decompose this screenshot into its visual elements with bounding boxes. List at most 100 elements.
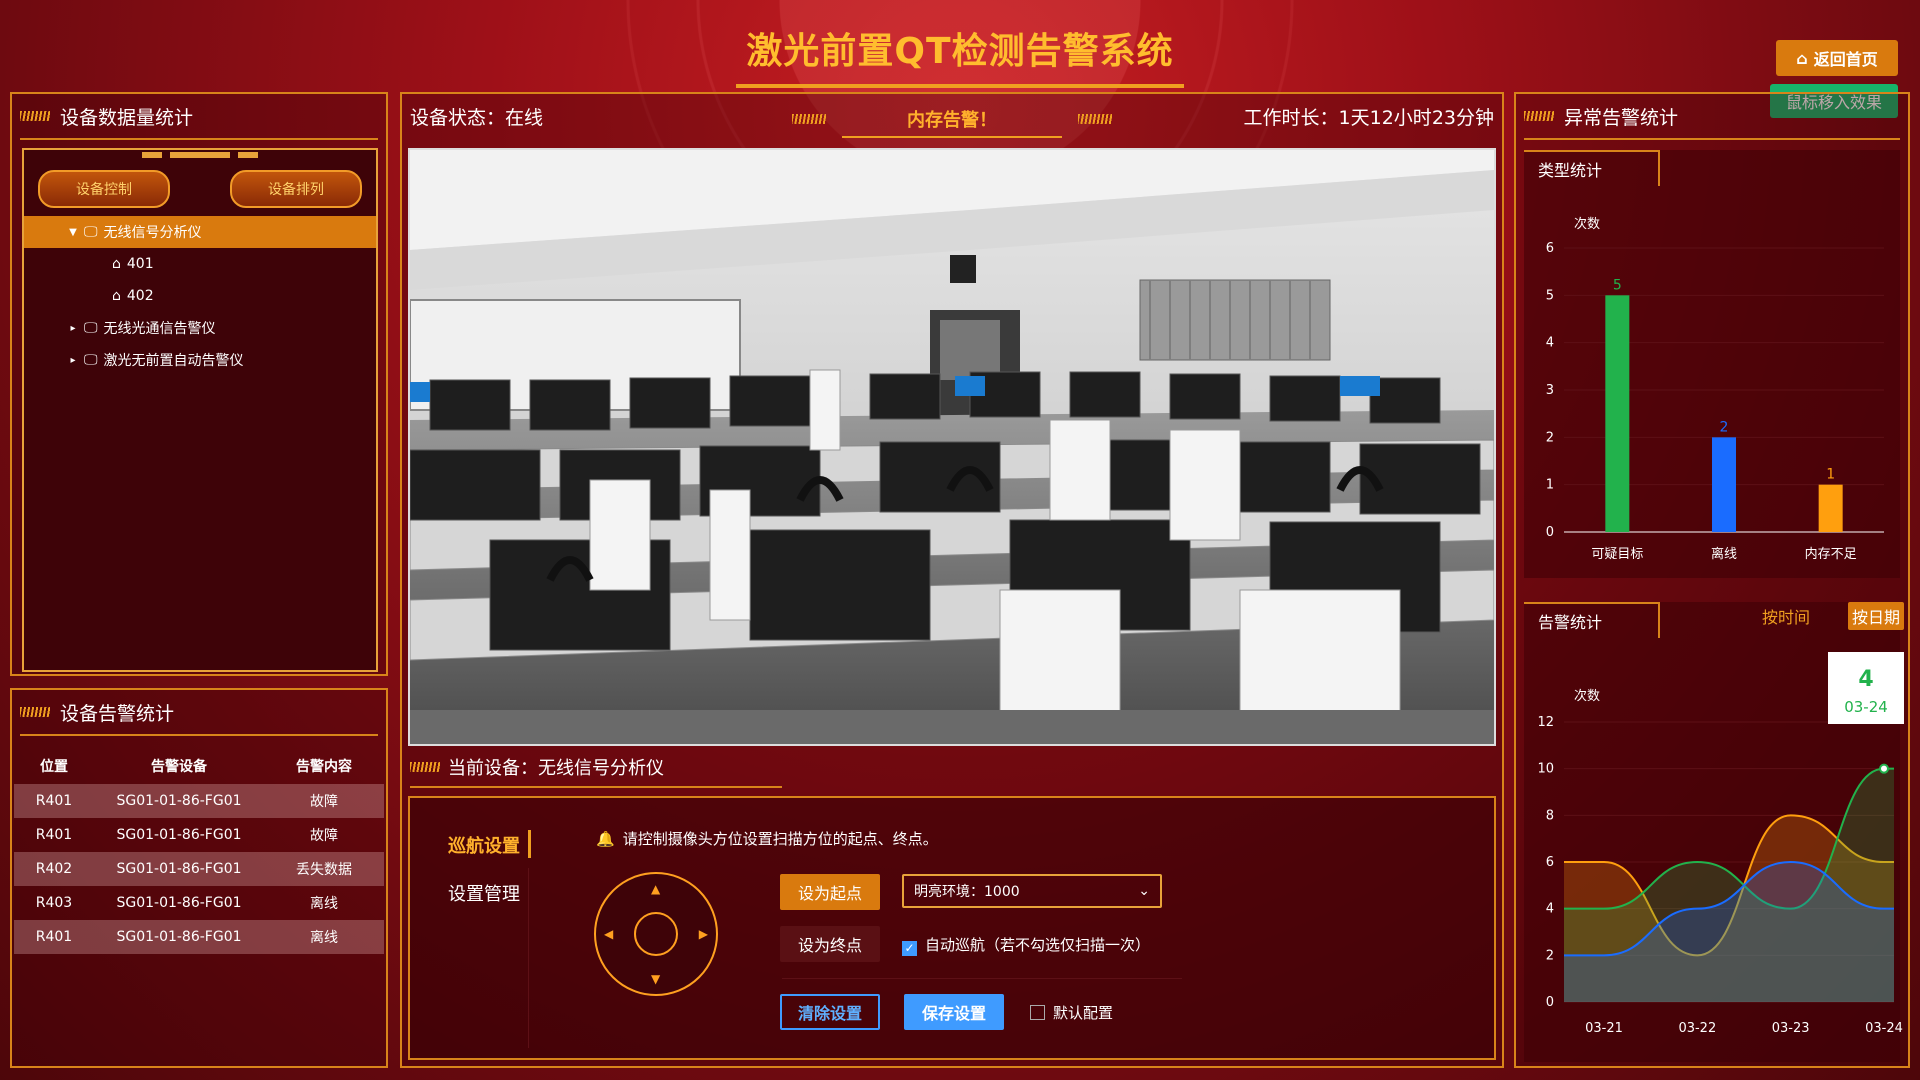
y-tick-label: 4 xyxy=(1546,902,1554,917)
stripes-decoration xyxy=(20,111,50,121)
cell-device: SG01-01-86-FG01 xyxy=(116,895,242,911)
dash-decoration xyxy=(142,152,258,158)
by-date-toggle[interactable]: 按日期 xyxy=(1848,602,1904,630)
column-header: 位置 xyxy=(40,759,68,775)
monitor-icon: 🖵 xyxy=(84,352,98,368)
auto-cruise-option[interactable]: ✓ 自动巡航（若不勾选仅扫描一次） xyxy=(902,934,1150,956)
y-tick-label: 1 xyxy=(1546,478,1554,493)
device-alarm-panel: 设备告警统计 位置 告警设备 告警内容 R401 SG01-01-86-FG01… xyxy=(10,688,388,1068)
default-config-label: 默认配置 xyxy=(1053,1004,1114,1022)
y-tick-label: 5 xyxy=(1546,288,1554,303)
alarm-area-chart: 次数 0 2 4 6 8 10 12 03-21 03-22 03-23 03-24 4 03-24 xyxy=(1537,652,1904,1036)
save-settings-button[interactable]: 保存设置 xyxy=(904,994,1004,1030)
device-control-button[interactable]: 设备控制 xyxy=(38,170,170,208)
cell-content: 故障 xyxy=(310,828,338,844)
bar-value-label: 2 xyxy=(1720,419,1729,435)
x-tick-label: 03-22 xyxy=(1678,1021,1716,1036)
arrow-up-icon[interactable]: ▲ xyxy=(651,882,660,896)
tab-settings-management[interactable]: 设置管理 xyxy=(448,880,520,906)
stripes-decoration xyxy=(1524,111,1554,121)
y-tick-label: 0 xyxy=(1546,995,1554,1010)
arrow-right-icon[interactable]: ▶ xyxy=(699,927,708,941)
table-row[interactable]: R401 SG01-01-86-FG01 故障 xyxy=(14,818,384,852)
cell-content: 故障 xyxy=(310,794,338,810)
table-row[interactable]: R401 SG01-01-86-FG01 离线 xyxy=(14,920,384,954)
y-tick-label: 3 xyxy=(1546,383,1554,398)
stripes-decoration xyxy=(792,114,826,124)
y-tick-label: 10 xyxy=(1537,762,1554,777)
x-tick-label: 03-23 xyxy=(1772,1021,1810,1036)
panel-title: 设备告警统计 xyxy=(60,702,175,725)
tree-item-402[interactable]: ⌂ 402 xyxy=(24,280,376,312)
bar xyxy=(1818,484,1843,532)
by-time-toggle[interactable]: 按时间 xyxy=(1756,602,1816,630)
cell-location: R401 xyxy=(35,827,73,843)
set-end-button[interactable]: 设为终点 xyxy=(780,926,880,962)
device-arrange-button[interactable]: 设备排列 xyxy=(230,170,362,208)
checkbox-checked[interactable]: ✓ xyxy=(902,941,917,956)
bar-value-label: 5 xyxy=(1613,277,1622,293)
default-config-option[interactable]: 默认配置 xyxy=(1030,1002,1113,1023)
tooltip-label: 03-24 xyxy=(1844,698,1888,716)
cell-content: 丢失数据 xyxy=(296,862,352,878)
caret-right-icon: ▸ xyxy=(70,354,76,366)
cell-device: SG01-01-86-FG01 xyxy=(116,861,242,877)
panel-header: 设备数据量统计 xyxy=(20,94,378,140)
select-value: 明亮环境：1000 xyxy=(914,884,1020,900)
table-row[interactable]: R403 SG01-01-86-FG01 离线 xyxy=(14,886,384,920)
environment-select[interactable]: 明亮环境：1000 ⌄ xyxy=(902,874,1162,908)
caret-down-icon: ▼ xyxy=(69,226,77,238)
home-icon: ⌂ xyxy=(112,256,121,272)
checkbox-unchecked[interactable] xyxy=(1030,1005,1045,1020)
tree-item-label: 无线信号分析仪 xyxy=(103,225,202,241)
cell-content: 离线 xyxy=(310,896,338,912)
cell-location: R401 xyxy=(35,929,73,945)
hint: 🔔 请控制摄像头方位设置扫描方位的起点、终点。 xyxy=(596,828,938,849)
type-stats-card: 类型统计 次数 0 1 2 3 4 5 6 5 可疑目标 2 离线 1 内存不足 xyxy=(1524,150,1900,578)
home-button[interactable]: ⌂ 返回首页 xyxy=(1776,40,1898,76)
tree-item-label: 401 xyxy=(126,256,154,272)
hint-text: 请控制摄像头方位设置扫描方位的起点、终点。 xyxy=(622,830,938,848)
tree-item-optical-alarm[interactable]: ▸ 🖵 无线光通信告警仪 xyxy=(24,312,376,344)
clear-settings-button[interactable]: 清除设置 xyxy=(780,994,880,1030)
x-tick-label: 可疑目标 xyxy=(1591,546,1643,562)
direction-pad[interactable]: ▲ ▼ ◀ ▶ xyxy=(594,872,718,996)
set-start-button[interactable]: 设为起点 xyxy=(780,874,880,910)
cell-content: 离线 xyxy=(310,930,338,946)
tree-item-laser-alarm[interactable]: ▸ 🖵 激光无前置自动告警仪 xyxy=(24,344,376,376)
center-panel: 设备状态：在线 工作时长：1天12小时23分钟 内存告警！ 当前设备：无线信号分… xyxy=(400,92,1504,1068)
bar-value-label: 1 xyxy=(1826,467,1835,483)
x-tick-label: 03-21 xyxy=(1585,1021,1623,1036)
header: 激光前置QT检测告警系统 xyxy=(0,18,1920,88)
tab-cruise-settings[interactable]: 巡航设置 xyxy=(448,832,520,858)
tree-item-wireless-analyzer[interactable]: ▼ 🖵 无线信号分析仪 xyxy=(24,216,376,248)
y-axis-label: 次数 xyxy=(1574,216,1600,232)
cell-device: SG01-01-86-FG01 xyxy=(116,793,242,809)
work-duration: 工作时长：1天12小时23分钟 xyxy=(1243,106,1494,129)
home-icon: ⌂ xyxy=(1796,48,1808,68)
y-tick-label: 2 xyxy=(1546,430,1554,445)
direction-center[interactable] xyxy=(634,912,678,956)
y-tick-label: 0 xyxy=(1546,525,1554,540)
stripes-decoration xyxy=(410,762,440,772)
table-row[interactable]: R401 SG01-01-86-FG01 故障 xyxy=(14,784,384,818)
caret-right-icon: ▸ xyxy=(70,322,76,334)
active-tab-indicator xyxy=(528,830,531,858)
highlight-point xyxy=(1879,763,1889,774)
abnormal-alarm-panel: 异常告警统计 类型统计 次数 0 1 2 3 4 5 6 5 可疑目标 2 离线 1 内存不足 告警统计 … xyxy=(1514,92,1910,1068)
panel-title: 异常告警统计 xyxy=(1564,106,1679,129)
cell-location: R402 xyxy=(35,861,73,877)
table-header: 位置 告警设备 告警内容 xyxy=(14,748,384,784)
camera-feed[interactable] xyxy=(408,148,1496,746)
table-row[interactable]: R402 SG01-01-86-FG01 丢失数据 xyxy=(14,852,384,886)
tree-item-label: 无线光通信告警仪 xyxy=(103,321,216,337)
arrow-left-icon[interactable]: ◀ xyxy=(604,927,613,941)
page-title: 激光前置QT检测告警系统 xyxy=(736,18,1184,88)
y-axis-label: 次数 xyxy=(1574,688,1600,704)
x-tick-label: 内存不足 xyxy=(1805,546,1857,562)
tree-item-401[interactable]: ⌂ 401 xyxy=(24,248,376,280)
panel-header: 异常告警统计 xyxy=(1524,94,1900,140)
y-tick-label: 8 xyxy=(1546,808,1554,823)
memory-alarm-text: 内存告警！ xyxy=(907,110,997,131)
arrow-down-icon[interactable]: ▼ xyxy=(651,972,660,986)
